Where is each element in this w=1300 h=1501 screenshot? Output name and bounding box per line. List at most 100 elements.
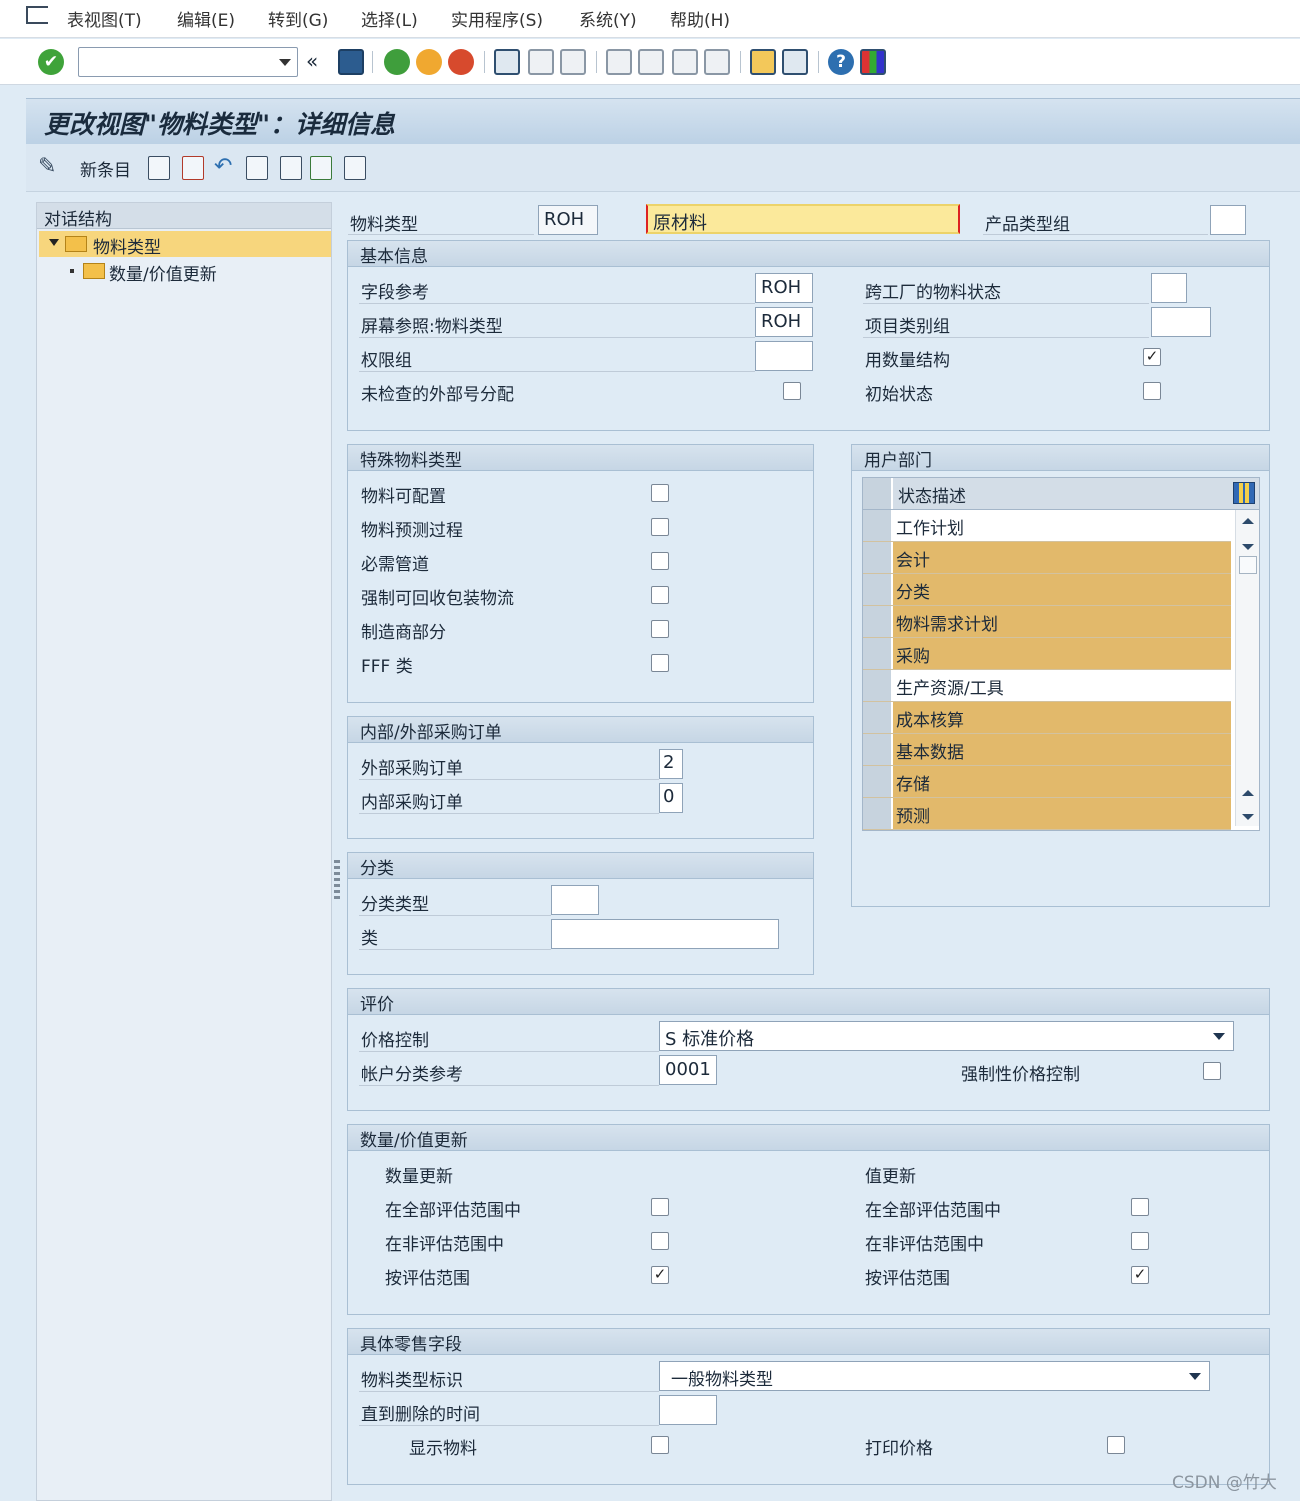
menu-edit[interactable]: 编辑(E) xyxy=(177,6,235,31)
tree-node-material-type[interactable]: 物料类型 xyxy=(39,231,331,258)
next-entry-icon[interactable] xyxy=(280,156,302,180)
until-deletion-input[interactable] xyxy=(659,1395,717,1425)
select-block-icon[interactable] xyxy=(310,156,332,180)
row-selector-cell[interactable] xyxy=(863,542,893,573)
vertical-scrollbar[interactable] xyxy=(1235,510,1259,826)
column-header-status-description[interactable]: 状态描述 xyxy=(898,482,966,507)
scroll-thumb[interactable] xyxy=(1239,556,1257,574)
variant-icon[interactable] xyxy=(344,156,366,180)
menu-exit-icon[interactable] xyxy=(26,6,48,24)
internal-po-input[interactable]: 0 xyxy=(659,783,683,813)
forced-price-control-checkbox[interactable] xyxy=(1203,1062,1221,1080)
menu-table-view[interactable]: 表视图(T) xyxy=(67,6,142,31)
splitter-handle[interactable] xyxy=(334,860,340,900)
enter-check-icon[interactable]: ✔ xyxy=(38,49,64,75)
quantity-structure-checkbox[interactable]: ✓ xyxy=(1143,348,1161,366)
material-type-description-input[interactable]: 原材料 xyxy=(646,204,960,234)
qty-non-valuated-checkbox[interactable] xyxy=(651,1232,669,1250)
previous-page-icon[interactable] xyxy=(638,49,664,75)
external-po-input[interactable]: 2 xyxy=(659,749,683,779)
value-by-area-checkbox[interactable]: ✓ xyxy=(1131,1266,1149,1284)
table-row[interactable]: 生产资源/工具 xyxy=(863,670,1231,702)
product-type-group-input[interactable] xyxy=(1210,205,1246,235)
menu-system[interactable]: 系统(Y) xyxy=(579,6,637,31)
returnable-packaging-checkbox[interactable] xyxy=(651,586,669,604)
table-row[interactable]: 成本核算 xyxy=(863,702,1231,734)
exit-icon[interactable] xyxy=(416,49,442,75)
expand-triangle-icon[interactable] xyxy=(49,239,59,246)
first-page-icon[interactable] xyxy=(606,49,632,75)
command-field[interactable] xyxy=(78,47,298,77)
previous-entry-icon[interactable] xyxy=(246,156,268,180)
back-icon[interactable] xyxy=(384,49,410,75)
initial-status-checkbox[interactable] xyxy=(1143,382,1161,400)
qty-all-areas-checkbox[interactable] xyxy=(651,1198,669,1216)
row-selector-cell[interactable] xyxy=(863,670,893,701)
row-selector-cell[interactable] xyxy=(863,574,893,605)
class-type-input[interactable] xyxy=(551,885,599,915)
print-price-checkbox[interactable] xyxy=(1107,1436,1125,1454)
field-reference-input[interactable]: ROH xyxy=(755,273,813,303)
authorization-group-input[interactable] xyxy=(755,341,813,371)
scroll-down-icon[interactable] xyxy=(1242,544,1254,550)
price-control-dropdown[interactable]: S 标准价格 xyxy=(659,1021,1234,1051)
item-category-group-input[interactable] xyxy=(1151,307,1211,337)
value-non-valuated-checkbox[interactable] xyxy=(1131,1232,1149,1250)
table-row[interactable]: 基本数据 xyxy=(863,734,1231,766)
column-config-icon[interactable] xyxy=(1233,482,1255,504)
screen-reference-input[interactable]: ROH xyxy=(755,307,813,337)
print-icon[interactable] xyxy=(494,49,520,75)
account-category-input[interactable]: 0001 xyxy=(659,1055,717,1085)
page-up-icon[interactable] xyxy=(1242,790,1254,796)
new-session-icon[interactable] xyxy=(750,49,776,75)
table-row[interactable]: 物料需求计划 xyxy=(863,606,1231,638)
shortcut-icon[interactable] xyxy=(782,49,808,75)
menu-help[interactable]: 帮助(H) xyxy=(670,6,730,31)
row-selector-cell[interactable] xyxy=(863,606,893,637)
table-row[interactable]: 存储 xyxy=(863,766,1231,798)
class-input[interactable] xyxy=(551,919,779,949)
material-type-id-dropdown[interactable]: 一般物料类型 xyxy=(659,1361,1210,1391)
save-icon[interactable] xyxy=(338,49,364,75)
layout-menu-icon[interactable] xyxy=(860,49,886,75)
table-row[interactable]: 分类 xyxy=(863,574,1231,606)
row-selector-cell[interactable] xyxy=(863,734,893,765)
scroll-up-icon[interactable] xyxy=(1242,518,1254,524)
row-selector-cell[interactable] xyxy=(863,798,893,829)
undo-change-icon[interactable]: ↶ xyxy=(214,156,236,180)
fff-class-checkbox[interactable] xyxy=(651,654,669,672)
help-icon[interactable]: ? xyxy=(828,49,854,75)
select-all-cell[interactable] xyxy=(863,478,893,509)
tree-node-qty-value-update[interactable]: 数量/价值更新 xyxy=(39,259,331,285)
table-row[interactable]: 预测 xyxy=(863,798,1231,830)
find-next-icon[interactable] xyxy=(560,49,586,75)
value-all-areas-checkbox[interactable] xyxy=(1131,1198,1149,1216)
manufacturer-part-checkbox[interactable] xyxy=(651,620,669,638)
menu-goto[interactable]: 转到(G) xyxy=(268,6,328,31)
pipeline-required-checkbox[interactable] xyxy=(651,552,669,570)
display-material-checkbox[interactable] xyxy=(651,1436,669,1454)
copy-as-icon[interactable] xyxy=(148,156,170,180)
forecast-process-checkbox[interactable] xyxy=(651,518,669,536)
table-row[interactable]: 会计 xyxy=(863,542,1231,574)
cancel-icon[interactable] xyxy=(448,49,474,75)
table-row[interactable]: 工作计划 xyxy=(863,510,1231,542)
menu-select[interactable]: 选择(L) xyxy=(361,6,418,31)
cross-plant-status-input[interactable] xyxy=(1151,273,1187,303)
collapse-left-icon[interactable]: « xyxy=(306,49,332,75)
row-selector-cell[interactable] xyxy=(863,702,893,733)
display-change-icon[interactable]: ✎ xyxy=(38,156,60,180)
unchecked-external-number-checkbox[interactable] xyxy=(783,382,801,400)
delete-icon[interactable] xyxy=(182,156,204,180)
page-down-icon[interactable] xyxy=(1242,814,1254,820)
last-page-icon[interactable] xyxy=(704,49,730,75)
find-icon[interactable] xyxy=(528,49,554,75)
row-selector-cell[interactable] xyxy=(863,510,893,541)
new-entries-button[interactable]: 新条目 xyxy=(80,156,131,181)
menu-utilities[interactable]: 实用程序(S) xyxy=(451,6,543,31)
table-row[interactable]: 采购 xyxy=(863,638,1231,670)
qty-by-area-checkbox[interactable]: ✓ xyxy=(651,1266,669,1284)
configurable-checkbox[interactable] xyxy=(651,484,669,502)
row-selector-cell[interactable] xyxy=(863,766,893,797)
next-page-icon[interactable] xyxy=(672,49,698,75)
